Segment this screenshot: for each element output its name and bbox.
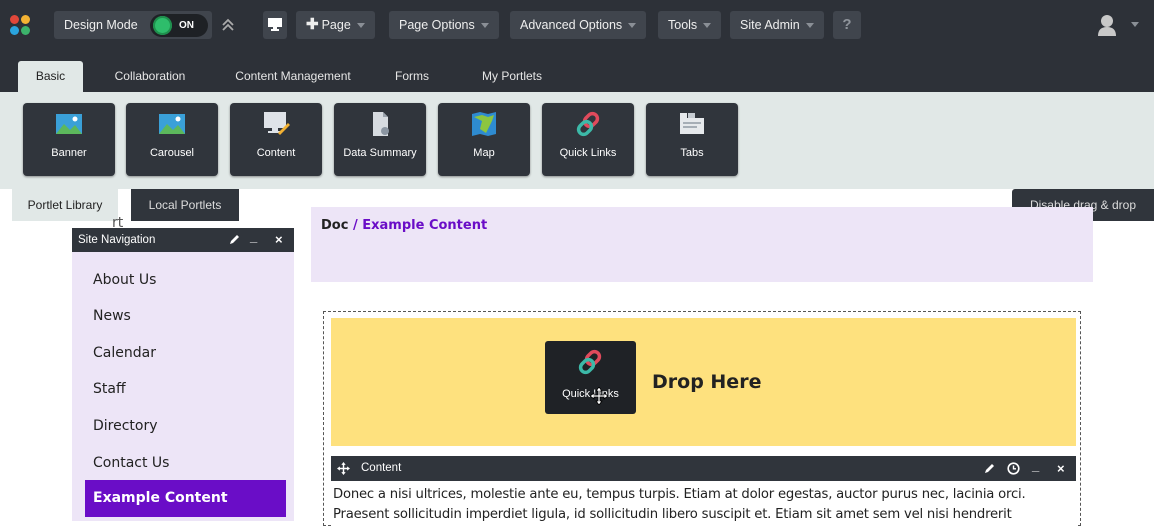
design-mode-label: Design Mode: [64, 18, 138, 32]
site-admin-label: Site Admin: [740, 18, 800, 32]
close-icon[interactable]: ×: [1057, 456, 1065, 481]
plus-icon: ✚: [306, 16, 319, 33]
breadcrumb-current: Example Content: [362, 218, 488, 233]
edit-pencil-icon[interactable]: [984, 463, 995, 474]
move-handle-icon[interactable]: [337, 462, 350, 475]
app-logo-icon[interactable]: [10, 15, 30, 35]
collapse-chevron-icon[interactable]: [222, 18, 234, 32]
monitor-icon: [268, 18, 282, 31]
content-portlet-body: Donec a nisi ultrices, molestie ante eu,…: [331, 481, 1076, 526]
tab-basic[interactable]: Basic: [18, 61, 83, 92]
portlet-data-summary[interactable]: Data Summary: [334, 103, 426, 176]
caret-down-icon: [703, 23, 712, 29]
site-navigation-title: Site Navigation: [78, 234, 156, 246]
image-icon: [56, 114, 82, 134]
caret-down-icon: [356, 23, 365, 29]
portlet-quick-links[interactable]: Quick Links: [542, 103, 634, 176]
advanced-options-button[interactable]: Advanced Options: [510, 11, 647, 39]
drop-here-label: Drop Here: [652, 371, 762, 393]
tabs-icon: [680, 113, 704, 134]
nav-item-calendar[interactable]: Calendar: [93, 345, 156, 361]
portlet-label: Map: [473, 147, 495, 159]
portlet-tabs[interactable]: Tabs: [646, 103, 738, 176]
link-icon: [578, 349, 602, 375]
site-admin-button[interactable]: Site Admin: [730, 11, 824, 39]
map-icon: [472, 112, 496, 136]
portlet-carousel[interactable]: Carousel: [126, 103, 218, 176]
nav-item-about-us[interactable]: About Us: [93, 272, 156, 288]
user-avatar-icon[interactable]: [1097, 14, 1117, 36]
caret-down-icon: [480, 23, 489, 29]
edit-pencil-icon[interactable]: [229, 234, 240, 245]
portlet-label: Data Summary: [343, 147, 417, 159]
breadcrumb-separator: /: [348, 218, 363, 233]
caret-down-icon: [805, 23, 814, 29]
breadcrumb: Doc / Example Content: [321, 218, 487, 233]
portlet-label: Tabs: [680, 147, 704, 159]
toggle-state: ON: [179, 20, 194, 31]
minimize-icon[interactable]: _: [1032, 453, 1039, 478]
image-icon: [159, 114, 185, 134]
preview-device-button[interactable]: [263, 11, 287, 39]
page-options-label: Page Options: [399, 18, 475, 32]
tools-label: Tools: [668, 18, 698, 32]
close-icon[interactable]: ×: [275, 228, 283, 252]
portlet-content[interactable]: Content: [230, 103, 322, 176]
tab-local-portlets[interactable]: Local Portlets: [131, 189, 239, 221]
site-navigation-header: Site Navigation _ ×: [72, 228, 294, 252]
page-menu-label: Page: [321, 18, 351, 32]
page-menu-button[interactable]: ✚ Page: [296, 11, 375, 39]
tab-my-portlets[interactable]: My Portlets: [474, 61, 550, 92]
help-icon: ?: [842, 16, 852, 33]
portlet-label: Banner: [51, 147, 87, 159]
portlet-label: Carousel: [149, 147, 195, 159]
content-portlet-title: Content: [361, 462, 402, 474]
minimize-icon[interactable]: _: [250, 225, 257, 249]
link-icon: [576, 111, 600, 137]
breadcrumb-doc[interactable]: Doc: [321, 218, 348, 233]
nav-item-example-content[interactable]: Example Content: [85, 480, 286, 517]
toggle-knob: [153, 16, 172, 35]
design-mode-toggle[interactable]: ON: [150, 14, 208, 37]
tab-collaboration[interactable]: Collaboration: [100, 61, 200, 92]
tab-content-management[interactable]: Content Management: [225, 61, 361, 92]
portlet-label: Content: [256, 147, 296, 159]
tab-forms[interactable]: Forms: [387, 61, 437, 92]
portlet-category-tabs: Basic Collaboration Content Management F…: [0, 51, 1154, 92]
help-button[interactable]: ?: [833, 11, 861, 39]
caret-down-icon: [628, 23, 637, 29]
top-toolbar: Design Mode ON ✚ Page Page Options Advanc…: [0, 0, 1154, 51]
monitor-pencil-icon: [264, 112, 290, 135]
portlet-palette: Banner Carousel Content Data Summary Map…: [0, 92, 1154, 189]
document-icon: [373, 112, 389, 136]
move-cursor-icon: [590, 387, 608, 405]
portlet-map[interactable]: Map: [438, 103, 530, 176]
clock-icon[interactable]: [1007, 462, 1020, 475]
advanced-options-label: Advanced Options: [520, 18, 623, 32]
tools-button[interactable]: Tools: [658, 11, 722, 39]
portlet-banner[interactable]: Banner: [23, 103, 115, 176]
nav-item-directory[interactable]: Directory: [93, 418, 158, 434]
tab-portlet-library[interactable]: Portlet Library: [12, 189, 118, 221]
portlet-label: Quick Links: [559, 147, 617, 159]
content-portlet-header: Content _ ×: [331, 456, 1076, 481]
user-menu-caret-icon[interactable]: [1131, 22, 1139, 27]
page-options-button[interactable]: Page Options: [389, 11, 499, 39]
nav-item-contact-us[interactable]: Contact Us: [93, 455, 169, 471]
nav-item-news[interactable]: News: [93, 308, 131, 324]
nav-item-staff[interactable]: Staff: [93, 381, 126, 397]
